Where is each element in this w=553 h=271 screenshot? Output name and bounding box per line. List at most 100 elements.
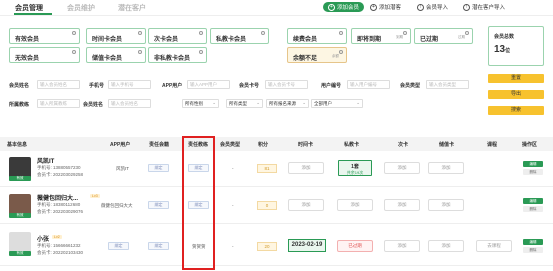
col-course: 课程 (487, 142, 498, 148)
pt-card-expired[interactable]: 已过期 (337, 240, 373, 252)
col-pt-card: 私教卡 (344, 142, 360, 148)
card-expiring[interactable]: 即将到期 到期 (351, 28, 411, 44)
card-time-card[interactable]: 时间卡会员 (86, 28, 146, 44)
member-name[interactable]: 薇健包回归大... (37, 193, 78, 202)
col-points: 积分 (258, 142, 269, 148)
bind-membership-button[interactable]: 绑定 (148, 201, 169, 209)
coach-input[interactable]: 输入所属教练 (37, 99, 80, 108)
card-no-input[interactable]: 输入会员卡号 (265, 80, 308, 89)
name-input[interactable]: 输入会员姓名 (108, 99, 151, 108)
tab-member-maintenance[interactable]: 会员维护 (67, 3, 95, 13)
tab-member-management[interactable]: 会员管理 (15, 3, 43, 13)
points-value: 81 (257, 164, 277, 173)
filter-label: 会员姓名 (9, 83, 30, 89)
app-user-value: 风凯IT (116, 166, 129, 171)
time-card-date[interactable]: 2023-02-19 (288, 239, 326, 252)
col-membership: 责任会籍 (149, 142, 170, 148)
add-time-card-button[interactable]: 添加 (288, 199, 324, 211)
add-stored-card-button[interactable]: 添加 (428, 199, 464, 211)
add-stored-card-button[interactable]: 添加 (428, 240, 464, 252)
col-stored-card: 储值卡 (439, 142, 455, 148)
edit-button[interactable]: 编辑 (523, 198, 543, 204)
level-badge: Lv3 (90, 194, 100, 198)
gender-select[interactable]: 所有性别 (182, 99, 219, 108)
reset-button[interactable]: 重置 (488, 74, 544, 83)
col-actions: 操作区 (522, 142, 538, 148)
plus-icon: + (328, 3, 335, 11)
divider (0, 15, 553, 16)
card-valid-members[interactable]: 有效会员 (9, 28, 80, 44)
filter-label: 会员卡号 (239, 83, 260, 89)
import-leads-button[interactable]: ↑ 潜在客户导入 (463, 2, 505, 12)
bind-membership-button[interactable]: 绑定 (148, 242, 169, 250)
import-member-button[interactable]: ↑ 会员导入 (417, 2, 448, 12)
level-badge: Lv2 (52, 235, 62, 239)
card-non-pt[interactable]: 非私教卡会员 (148, 47, 207, 63)
add-lead-button[interactable]: + 添加潜客 (370, 2, 401, 12)
table-header: 基本信息 APP用户 责任会籍 责任教练 会员类型 积分 时间卡 私教卡 次卡 … (0, 137, 553, 151)
add-time-card-button[interactable]: 添加 (288, 162, 324, 174)
info-icon (138, 31, 142, 35)
card-expired[interactable]: 已过期 过期 (414, 28, 473, 44)
highlight-box (182, 136, 215, 270)
tab-potential-customers[interactable]: 潜在客户 (118, 3, 146, 13)
user-no-input[interactable]: 输入用户编号 (347, 80, 390, 89)
upload-icon: ↑ (417, 3, 424, 11)
add-count-card-button[interactable]: 添加 (384, 199, 420, 211)
info-icon (339, 50, 343, 54)
plus-icon: + (370, 3, 377, 11)
filter-label: 会员类型 (400, 83, 421, 89)
filter-label: 手机号 (89, 83, 105, 89)
info-icon (72, 31, 76, 35)
info-icon (199, 31, 203, 35)
card-invalid-members[interactable]: 无效会员 (9, 47, 80, 63)
add-pt-card-button[interactable]: 添加 (337, 199, 373, 211)
upload-icon: ↑ (463, 3, 470, 11)
app-user-input[interactable]: 输入APP用户 (187, 80, 230, 89)
source-select[interactable]: 所有报名来源 (266, 99, 309, 108)
info-icon (72, 50, 76, 54)
edit-button[interactable]: 编辑 (523, 161, 543, 167)
add-stored-card-button[interactable]: 添加 (428, 162, 464, 174)
delete-button[interactable]: 删除 (523, 206, 543, 212)
card-pt[interactable]: 私教卡会员 (210, 28, 269, 44)
member-name-input[interactable]: 输入会员姓名 (37, 80, 80, 89)
bind-app-user-button[interactable]: 绑定 (108, 242, 129, 250)
col-count-card: 次卡 (398, 142, 409, 148)
info-icon (339, 31, 343, 35)
phone-input[interactable]: 输入手机号 (108, 80, 151, 89)
col-basic-info: 基本信息 (7, 142, 28, 148)
search-button[interactable]: 搜索 (488, 106, 544, 115)
delete-button[interactable]: 删除 (523, 247, 543, 253)
status-badge: 有效 (9, 176, 31, 181)
member-name[interactable]: 风凯IT (37, 156, 54, 165)
add-count-card-button[interactable]: 添加 (384, 240, 420, 252)
table-row: 有效 薇健包回归大... Lv3 手机号: 18380112680 会员卡: 2… (0, 188, 553, 224)
card-low-balance[interactable]: 余额不足 余额 (287, 47, 347, 63)
course-button[interactable]: 去课程 (476, 240, 512, 252)
add-member-button[interactable]: + 添加会员 (323, 2, 365, 12)
info-icon (465, 31, 469, 35)
delete-button[interactable]: 删除 (523, 169, 543, 175)
pt-card-cell[interactable]: 1套 共余19次 (338, 160, 372, 176)
user-select[interactable]: 全部用户 (311, 99, 363, 108)
info-icon (199, 50, 203, 54)
edit-button[interactable]: 编辑 (523, 239, 543, 245)
card-stored-value[interactable]: 储值卡会员 (86, 47, 146, 63)
card-renewal[interactable]: 续费会员 (287, 28, 347, 44)
export-button[interactable]: 导出 (488, 90, 544, 99)
status-badge: 有效 (9, 251, 31, 256)
member-type-input[interactable]: 输入会员类型 (426, 80, 469, 89)
col-time-card: 时间卡 (298, 142, 314, 148)
app-user-value: 薇健包回归大大 (101, 203, 133, 208)
table-row: 有效 风凯IT 手机号: 13880557230 会员卡: 2022030292… (0, 151, 553, 187)
filter-label: 会员姓名 (83, 102, 104, 108)
member-name[interactable]: 小张 (37, 234, 49, 243)
info-icon (403, 31, 407, 35)
add-count-card-button[interactable]: 添加 (384, 162, 420, 174)
filter-label: 用户编号 (321, 83, 342, 89)
type-select[interactable]: 所有类型 (226, 99, 263, 108)
card-count-card[interactable]: 次卡会员 (148, 28, 207, 44)
bind-membership-button[interactable]: 绑定 (148, 164, 169, 172)
points-value: 20 (257, 242, 277, 251)
